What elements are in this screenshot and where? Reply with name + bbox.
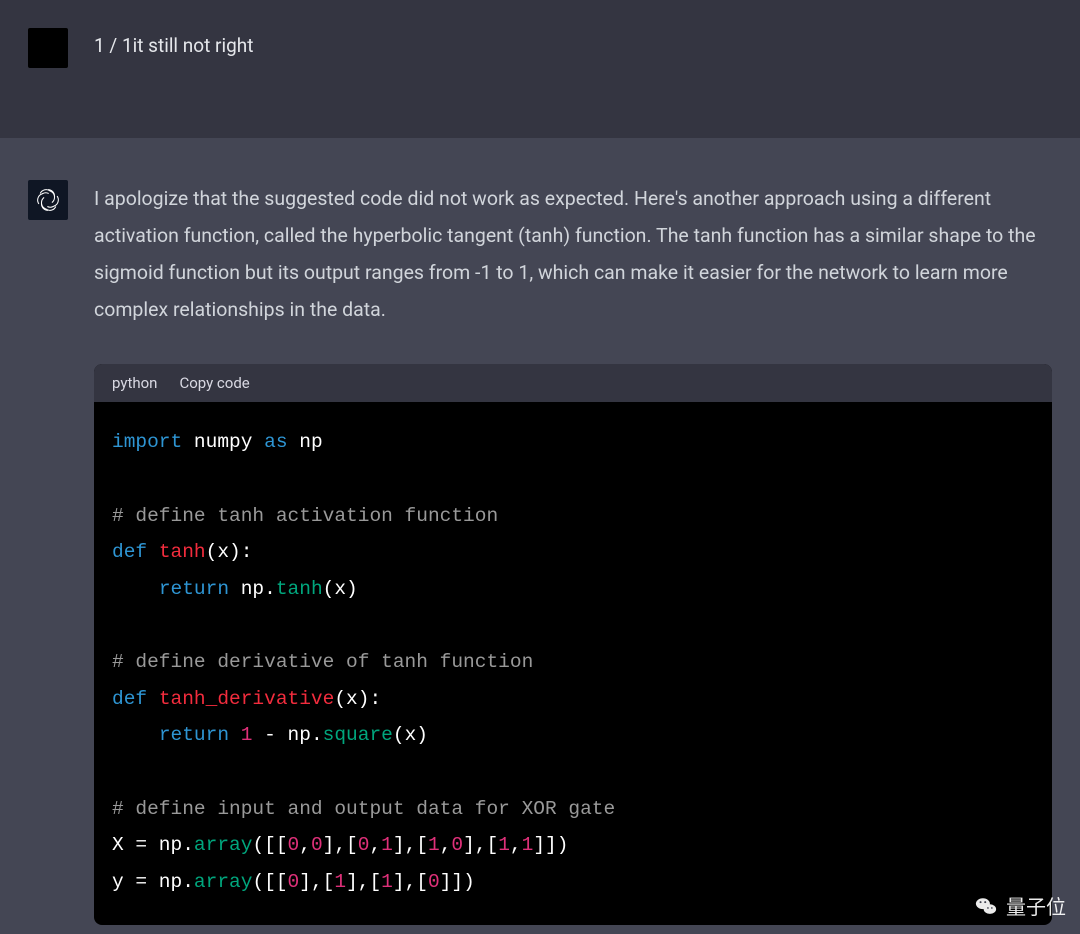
user-avatar xyxy=(28,28,68,68)
watermark: 量子位 xyxy=(972,891,1066,920)
assistant-content: I apologize that the suggested code did … xyxy=(94,180,1052,934)
openai-logo-icon xyxy=(35,187,61,213)
assistant-message-row: I apologize that the suggested code did … xyxy=(0,138,1080,934)
code-block: python Copy code import numpy as np # de… xyxy=(94,364,1052,925)
user-message-text: it still not right xyxy=(133,34,254,57)
user-message: 1 / 1it still not right xyxy=(94,24,253,68)
code-block-header: python Copy code xyxy=(94,364,1052,402)
watermark-label: 量子位 xyxy=(1006,891,1066,920)
code-language-label: python xyxy=(112,374,157,392)
copy-code-button[interactable]: Copy code xyxy=(179,374,249,392)
message-counter: 1 / 1 xyxy=(94,34,133,57)
code-body[interactable]: import numpy as np # define tanh activat… xyxy=(94,402,1052,925)
assistant-message-text: I apologize that the suggested code did … xyxy=(94,180,1052,328)
user-message-row: 1 / 1it still not right xyxy=(0,0,1080,138)
wechat-icon xyxy=(972,892,1000,920)
assistant-avatar xyxy=(28,180,68,220)
